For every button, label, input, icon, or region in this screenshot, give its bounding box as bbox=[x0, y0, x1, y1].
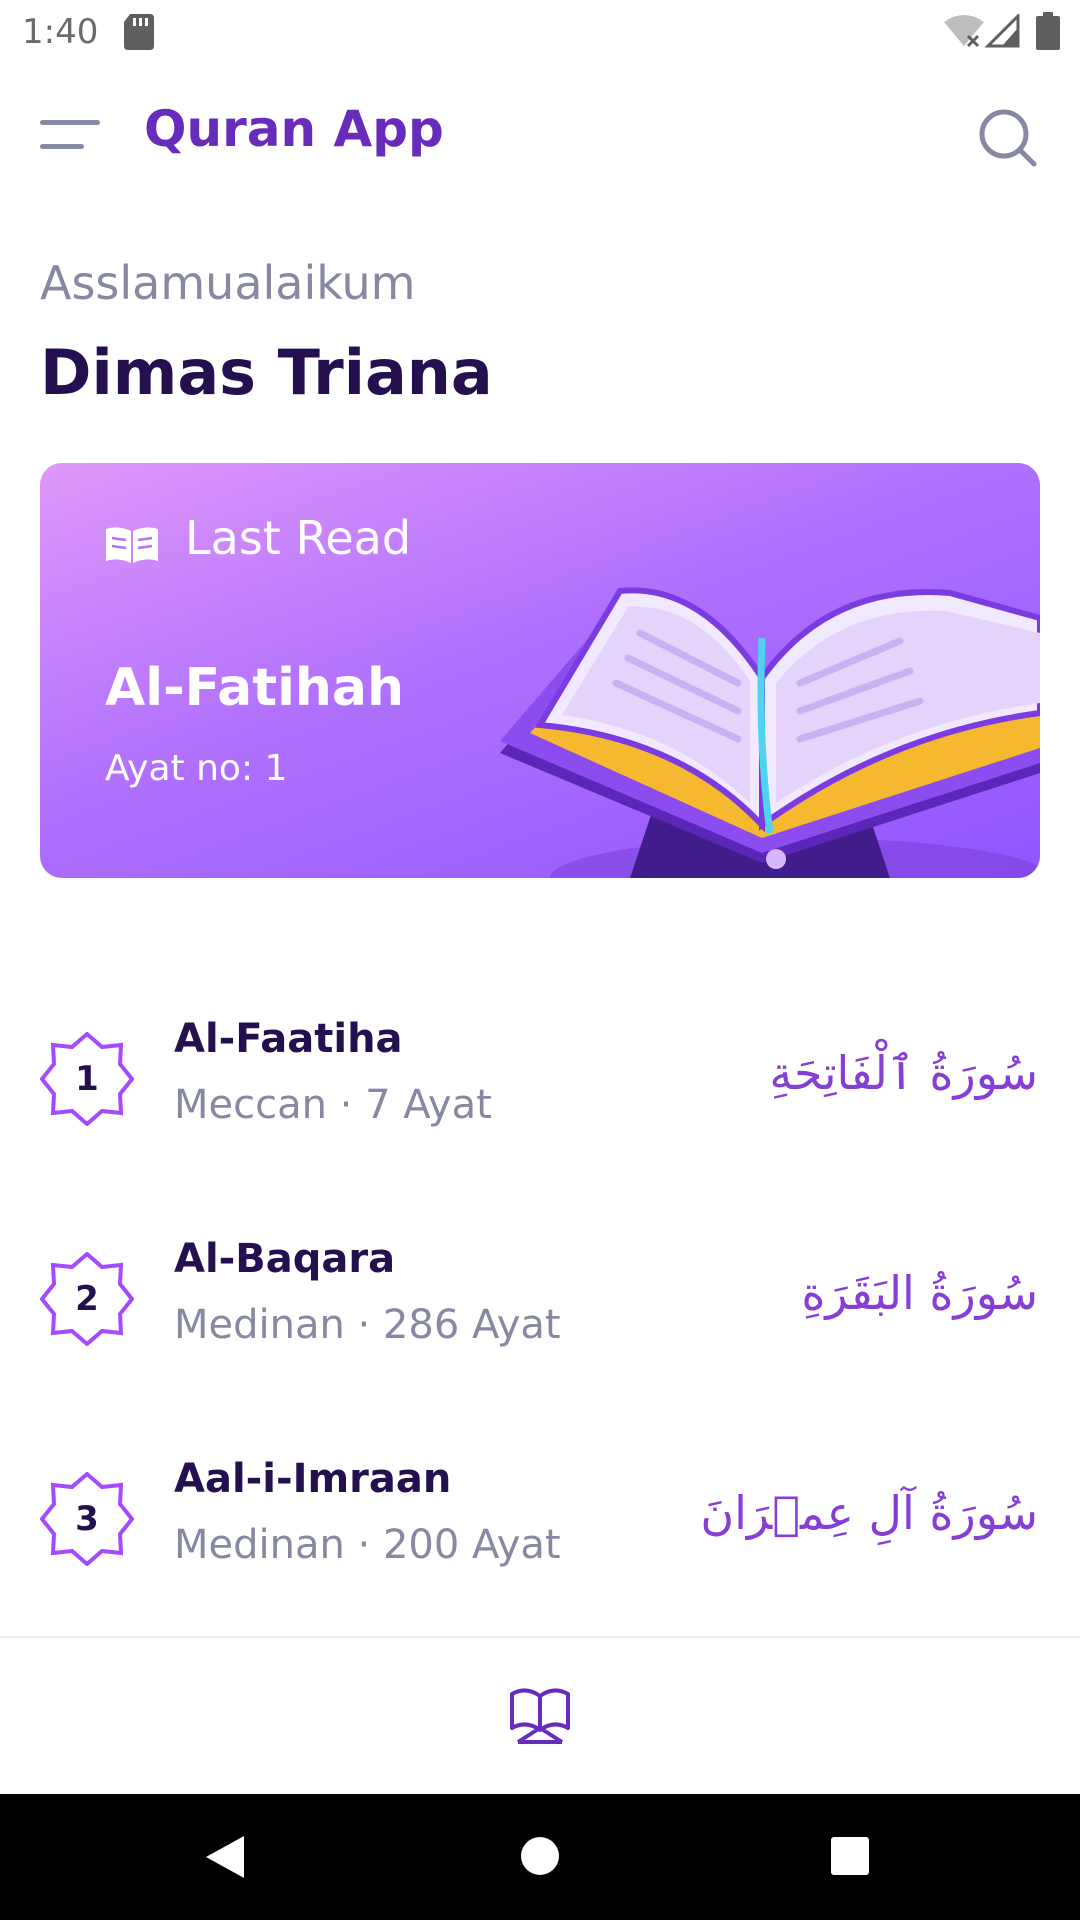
surah-number-badge: 1 bbox=[39, 1031, 135, 1127]
last-read-surah: Al-Fatihah bbox=[105, 658, 405, 718]
battery-icon bbox=[1036, 12, 1060, 50]
greeting-text: Asslamualaikum bbox=[40, 256, 416, 310]
surah-meta: Medinan · 286 Ayat bbox=[174, 1302, 561, 1348]
surah-meta: Medinan · 200 Ayat bbox=[174, 1522, 561, 1568]
wifi-off-icon bbox=[944, 15, 984, 48]
surah-arabic-name: سُورَةُ البَقَرَةِ bbox=[801, 1266, 1038, 1320]
surah-name: Al-Baqara bbox=[174, 1236, 396, 1282]
surah-list-item[interactable]: 1 Al-Faatiha Meccan · 7 Ayat سُورَةُ ٱلْ… bbox=[0, 1004, 1080, 1154]
surah-name: Al-Faatiha bbox=[174, 1016, 403, 1062]
menu-icon[interactable] bbox=[40, 118, 102, 154]
system-navigation-bar bbox=[0, 1794, 1080, 1920]
status-time: 1:40 bbox=[22, 12, 99, 52]
recents-icon[interactable] bbox=[830, 1836, 870, 1876]
signal-icon bbox=[984, 14, 1020, 48]
surah-number-badge: 3 bbox=[39, 1471, 135, 1567]
status-bar: 1:40 bbox=[0, 0, 1080, 64]
surah-arabic-name: سُورَةُ ٱلْفَاتِحَةِ bbox=[769, 1046, 1038, 1100]
surah-list-item[interactable]: 3 Aal-i-Imraan Medinan · 200 Ayat سُورَة… bbox=[0, 1444, 1080, 1594]
bottom-navigation bbox=[0, 1636, 1080, 1794]
surah-number: 3 bbox=[75, 1499, 99, 1539]
quran-icon[interactable] bbox=[508, 1688, 572, 1744]
last-read-card[interactable]: Last Read Al-Fatihah Ayat no: 1 bbox=[40, 463, 1040, 878]
surah-number: 2 bbox=[75, 1279, 99, 1319]
surah-name: Aal-i-Imraan bbox=[174, 1456, 452, 1502]
surah-number: 1 bbox=[75, 1059, 99, 1099]
open-book-icon bbox=[106, 527, 158, 563]
app-title: Quran App bbox=[144, 100, 444, 158]
quran-book-illustration bbox=[500, 587, 1040, 878]
user-name: Dimas Triana bbox=[40, 336, 493, 409]
sd-card-icon bbox=[124, 14, 154, 50]
back-icon[interactable] bbox=[204, 1834, 246, 1880]
surah-number-badge: 2 bbox=[39, 1251, 135, 1347]
last-read-label: Last Read bbox=[185, 511, 412, 565]
surah-list-item[interactable]: 2 Al-Baqara Medinan · 286 Ayat سُورَةُ ا… bbox=[0, 1224, 1080, 1374]
surah-meta: Meccan · 7 Ayat bbox=[174, 1082, 492, 1128]
quran-app-screen: 1:40 Quran App Asslamualaikum Dimas Tria… bbox=[0, 0, 1080, 1920]
surah-arabic-name: سُورَةُ آلِ عِمۡرَانَ bbox=[700, 1486, 1038, 1540]
search-icon[interactable] bbox=[978, 108, 1038, 168]
last-read-ayat: Ayat no: 1 bbox=[105, 748, 288, 789]
home-icon[interactable] bbox=[520, 1836, 560, 1876]
